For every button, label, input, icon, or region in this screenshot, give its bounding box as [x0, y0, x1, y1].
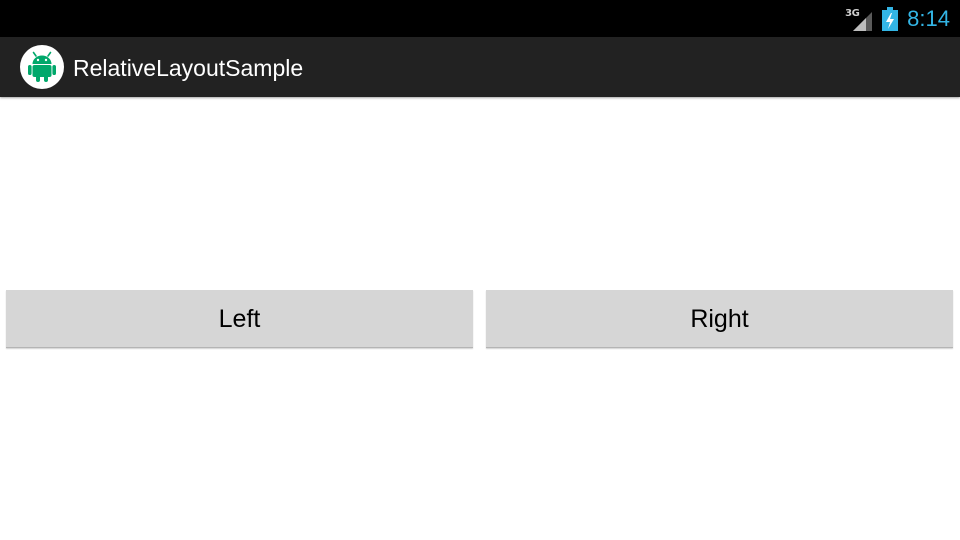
action-bar: RelativeLayoutSample	[0, 37, 960, 97]
status-clock: 8:14	[907, 6, 950, 31]
signal-icon: 3G	[845, 6, 873, 32]
status-bar: 3G 8:14	[0, 0, 960, 37]
left-button[interactable]: Left	[6, 290, 473, 348]
status-icons: 3G 8:14	[845, 0, 950, 37]
network-type-label: 3G	[845, 7, 860, 19]
app-title: RelativeLayoutSample	[73, 55, 304, 81]
battery-charging-icon	[882, 6, 899, 31]
android-robot-icon[interactable]	[20, 45, 64, 89]
right-button[interactable]: Right	[486, 290, 953, 348]
